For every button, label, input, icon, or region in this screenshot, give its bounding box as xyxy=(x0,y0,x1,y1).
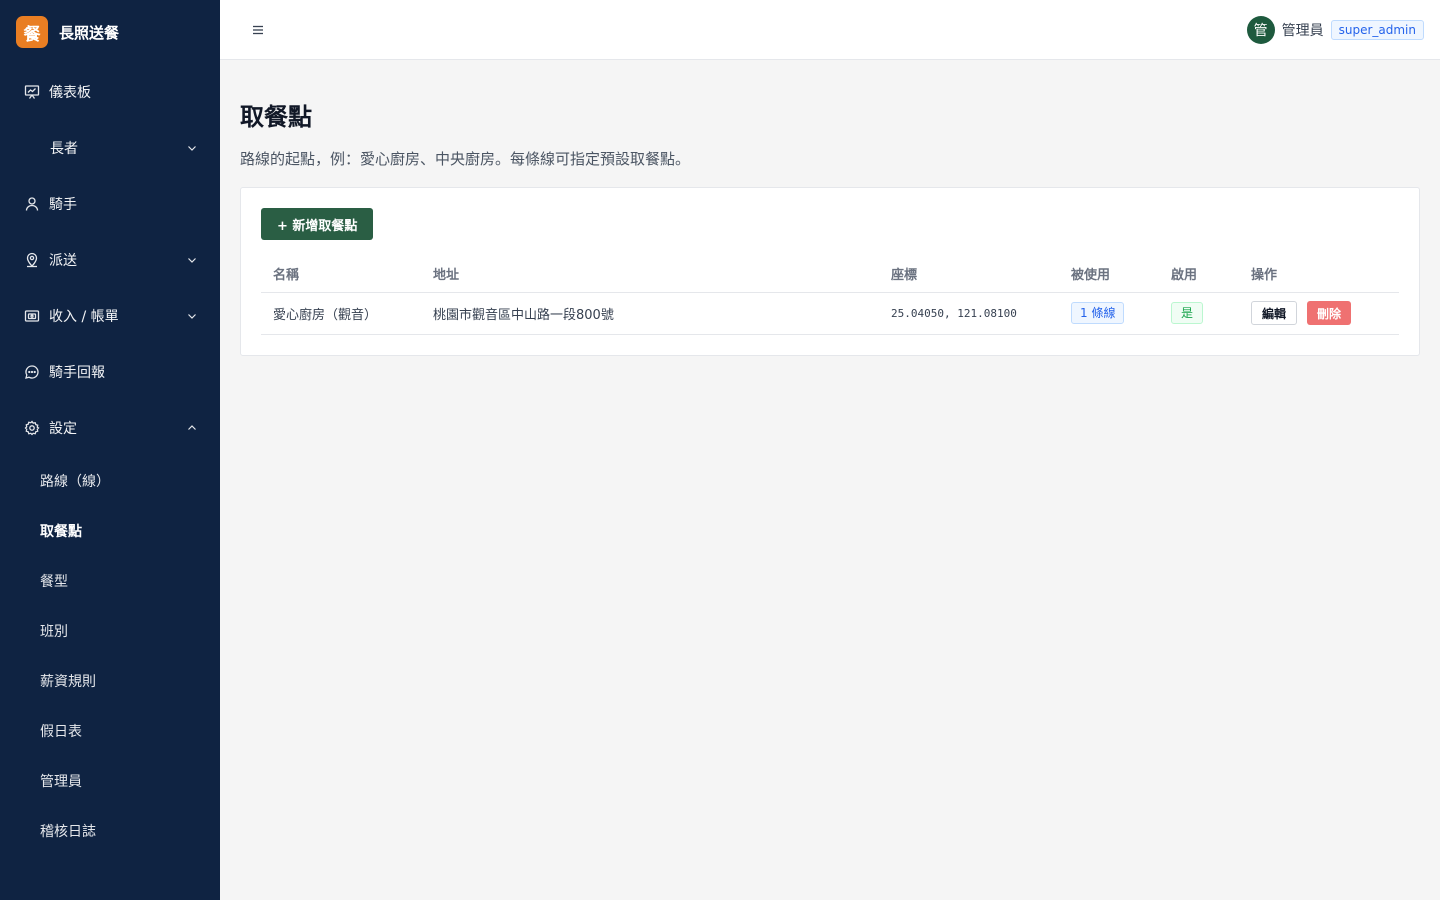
sidebar-subitem-shifts[interactable]: 班別 xyxy=(0,606,220,656)
sidebar-subitem-holidays[interactable]: 假日表 xyxy=(0,706,220,756)
chevron-down-icon xyxy=(186,142,198,154)
avatar: 管 xyxy=(1246,15,1275,44)
sidebar-item-dashboard[interactable]: 儀表板 xyxy=(0,64,220,120)
chat-icon xyxy=(24,364,40,380)
column-header-coords: 座標 xyxy=(879,256,1059,293)
pickup-points-table: 名稱 地址 座標 被使用 啟用 操作 愛心廚房（觀音） 桃園市觀音區中山路一段8… xyxy=(261,256,1399,335)
gear-icon xyxy=(24,420,40,436)
cell-enabled: 是 xyxy=(1159,292,1239,335)
chevron-up-icon xyxy=(186,422,198,434)
delete-button[interactable]: 刪除 xyxy=(1307,301,1352,325)
sidebar-menu: 儀表板 長者 騎手 派送 收入 / 帳單 騎手回報 設定 xyxy=(0,64,220,456)
sidebar-subitem-routes[interactable]: 路線（線） xyxy=(0,456,220,506)
edit-button[interactable]: 編輯 xyxy=(1251,301,1298,325)
sidebar-item-label: 騎手回報 xyxy=(49,365,105,381)
sidebar-item-settings[interactable]: 設定 xyxy=(0,400,220,456)
wallet-icon xyxy=(24,308,40,324)
settings-submenu: 路線（線） 取餐點 餐型 班別 薪資規則 假日表 管理員 稽核日誌 xyxy=(0,456,220,856)
sidebar-subitem-meal-types[interactable]: 餐型 xyxy=(0,556,220,606)
column-header-used-by: 被使用 xyxy=(1059,256,1159,293)
page-title: 取餐點 xyxy=(240,103,312,131)
table-header-row: 名稱 地址 座標 被使用 啟用 操作 xyxy=(261,256,1399,293)
column-header-enabled: 啟用 xyxy=(1159,256,1239,293)
sidebar-subitem-pay-rules[interactable]: 薪資規則 xyxy=(0,656,220,706)
sidebar-item-label: 長者 xyxy=(50,141,78,157)
sidebar-subitem-pickup-points[interactable]: 取餐點 xyxy=(0,506,220,556)
column-header-actions: 操作 xyxy=(1239,256,1399,293)
cell-address: 桃園市觀音區中山路一段800號 xyxy=(421,292,879,335)
column-header-name: 名稱 xyxy=(261,256,421,293)
sidebar-item-billing[interactable]: 收入 / 帳單 xyxy=(0,288,220,344)
column-header-address: 地址 xyxy=(421,256,879,293)
main-content: 取餐點 路線的起點，例：愛心廚房、中央廚房。每條線可指定預設取餐點。 + 新增取… xyxy=(240,60,1420,356)
sidebar: 餐 長照送餐 儀表板 長者 騎手 派送 收入 / 帳單 騎手回報 設定 路線（線… xyxy=(0,0,220,900)
sidebar-item-label: 設定 xyxy=(49,421,77,437)
sidebar-subitem-audit-log[interactable]: 稽核日誌 xyxy=(0,806,220,856)
add-pickup-point-button[interactable]: + 新增取餐點 xyxy=(261,208,374,240)
sidebar-item-label: 派送 xyxy=(49,253,77,269)
chevron-down-icon xyxy=(186,254,198,266)
cell-name: 愛心廚房（觀音） xyxy=(261,292,421,335)
brand-title: 長照送餐 xyxy=(59,23,120,42)
brand-logo: 餐 xyxy=(16,16,48,48)
enabled-status-badge: 是 xyxy=(1171,302,1204,324)
sidebar-item-label: 騎手 xyxy=(49,197,77,213)
user-icon xyxy=(24,196,40,212)
sidebar-item-dispatch[interactable]: 派送 xyxy=(0,232,220,288)
sidebar-subitem-admins[interactable]: 管理員 xyxy=(0,756,220,806)
cell-actions: 編輯 刪除 xyxy=(1239,292,1399,335)
sidebar-item-elders[interactable]: 長者 xyxy=(0,120,220,176)
sidebar-item-rider-reports[interactable]: 騎手回報 xyxy=(0,344,220,400)
sidebar-item-riders[interactable]: 騎手 xyxy=(0,176,220,232)
sidebar-item-label: 收入 / 帳單 xyxy=(49,309,119,325)
user-name: 管理員 xyxy=(1281,22,1324,39)
chevron-down-icon xyxy=(186,310,198,322)
menu-toggle-icon[interactable] xyxy=(252,24,264,36)
table-row: 愛心廚房（觀音） 桃園市觀音區中山路一段800號 25.04050, 121.0… xyxy=(261,292,1399,335)
cell-coords: 25.04050, 121.08100 xyxy=(879,292,1059,335)
brand[interactable]: 餐 長照送餐 xyxy=(0,0,220,64)
user-info[interactable]: 管 管理員 super_admin xyxy=(1246,15,1424,44)
used-by-tag[interactable]: 1 條線 xyxy=(1071,302,1125,324)
page-description: 路線的起點，例：愛心廚房、中央廚房。每條線可指定預設取餐點。 xyxy=(240,150,691,168)
sidebar-item-label: 儀表板 xyxy=(49,85,91,101)
map-pin-icon xyxy=(24,252,40,268)
dashboard-icon xyxy=(24,84,40,100)
top-header: 管 管理員 super_admin xyxy=(220,0,1440,60)
role-badge: super_admin xyxy=(1330,19,1424,40)
pickup-points-card: + 新增取餐點 名稱 地址 座標 被使用 啟用 操作 愛心廚房（觀音） 桃園市觀… xyxy=(240,187,1420,356)
cell-used-by: 1 條線 xyxy=(1059,292,1159,335)
